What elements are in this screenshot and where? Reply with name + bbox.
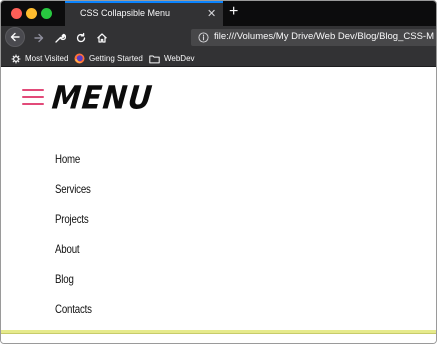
hamburger-line (22, 89, 44, 91)
menu-item-contacts[interactable]: Contacts (55, 303, 97, 333)
tab-css-collapsible-menu[interactable]: CSS Collapsible Menu ✕ (65, 1, 223, 26)
tab-close-icon[interactable]: ✕ (207, 7, 216, 21)
menu-item-label[interactable]: Contacts (55, 303, 92, 316)
folder-icon (149, 55, 160, 63)
page-content: MENU Home Services Projects About Blog C… (1, 68, 436, 343)
home-button[interactable] (92, 28, 112, 48)
bookmark-most-visited[interactable]: Most Visited (11, 52, 68, 65)
bookmark-webdev[interactable]: WebDev (149, 52, 195, 65)
address-bar[interactable]: file:///Volumes/My Drive/Web Dev/Blog/Bl… (191, 29, 436, 46)
home-icon (97, 33, 107, 43)
menu-item-about[interactable]: About (55, 243, 83, 273)
bottom-divider (1, 333, 436, 334)
page-title: MENU (50, 79, 155, 117)
back-button[interactable] (5, 27, 25, 47)
new-tab-button[interactable]: + (229, 3, 238, 21)
bookmarks-toolbar: Most Visited Getting Started WebDev (1, 49, 436, 67)
browser-window: CSS Collapsible Menu ✕ + file:///Volumes… (0, 0, 437, 344)
menu-item-services[interactable]: Services (55, 183, 96, 213)
forward-button[interactable] (29, 28, 49, 48)
tools-button[interactable] (50, 28, 70, 48)
hamburger-line (22, 96, 44, 98)
reload-button[interactable] (71, 28, 91, 48)
window-maximize-button[interactable] (41, 8, 52, 19)
menu-item-blog[interactable]: Blog (55, 273, 76, 303)
menu-item-label[interactable]: Home (55, 153, 80, 166)
info-icon[interactable] (197, 31, 209, 43)
hamburger-menu-icon[interactable] (22, 89, 44, 105)
menu-item-label[interactable]: Services (55, 183, 91, 196)
url-text[interactable]: file:///Volumes/My Drive/Web Dev/Blog/Bl… (214, 31, 434, 42)
window-close-button[interactable] (11, 8, 22, 19)
menu-item-home[interactable]: Home (55, 153, 84, 183)
hamburger-line (22, 103, 44, 105)
menu-item-label[interactable]: Blog (55, 273, 74, 286)
wrench-icon (55, 33, 66, 43)
firefox-icon (74, 53, 85, 64)
back-arrow-icon (10, 32, 20, 42)
bookmark-getting-started[interactable]: Getting Started (74, 52, 143, 65)
reload-icon (76, 32, 86, 43)
bookmark-label: WebDev (164, 54, 195, 63)
window-minimize-button[interactable] (26, 8, 37, 19)
forward-arrow-icon (34, 33, 44, 43)
gear-icon (11, 54, 21, 63)
menu-item-label[interactable]: About (55, 243, 80, 256)
menu-item-label[interactable]: Projects (55, 213, 89, 226)
navigation-toolbar: file:///Volumes/My Drive/Web Dev/Blog/Bl… (1, 26, 436, 49)
tab-bar: CSS Collapsible Menu ✕ + (1, 1, 436, 26)
bookmark-label: Most Visited (25, 54, 69, 63)
bookmark-label: Getting Started (89, 54, 143, 63)
menu-item-projects[interactable]: Projects (55, 213, 93, 243)
tab-title: CSS Collapsible Menu (80, 8, 171, 18)
